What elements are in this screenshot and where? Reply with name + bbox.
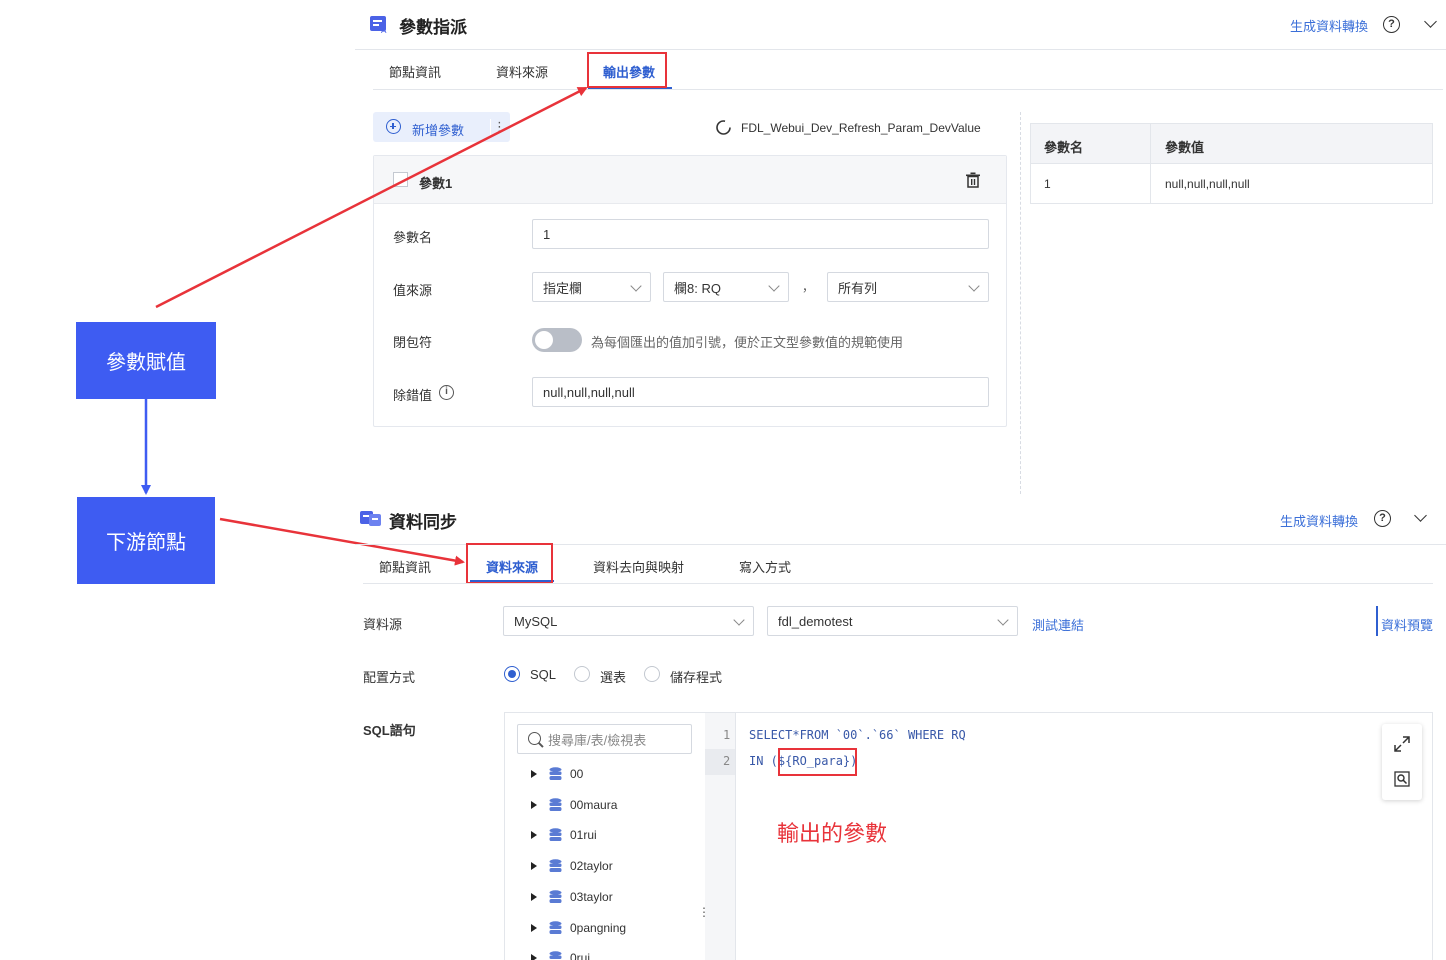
- line-gutter: [705, 713, 736, 960]
- database-icon: [549, 859, 562, 872]
- arrow-to-output-tab: [155, 86, 588, 309]
- tree-item-label: 03taylor: [570, 890, 613, 904]
- caret-right-icon: [531, 893, 537, 901]
- sql-param-highlight: [778, 748, 857, 776]
- tree-item[interactable]: 00maura: [531, 798, 617, 812]
- test-connection-link[interactable]: 測試連結: [1032, 615, 1084, 634]
- caret-right-icon: [531, 770, 537, 778]
- expand-icon[interactable]: [1394, 736, 1410, 752]
- output-param-note: 輸出的參數: [777, 821, 888, 846]
- help-icon[interactable]: ?: [1374, 510, 1391, 527]
- table-search-input[interactable]: 搜尋庫/表/檢視表: [517, 724, 692, 754]
- datasource-type-value: MySQL: [514, 613, 558, 629]
- radio-sql[interactable]: [504, 666, 520, 682]
- database-icon: [549, 798, 562, 811]
- caret-right-icon: [531, 831, 537, 839]
- search-placeholder: 搜尋庫/表/檢視表: [548, 732, 647, 748]
- sql-editor: 搜尋庫/表/檢視表 00 00maura 01rui 02taylor 03ta…: [504, 712, 1433, 960]
- data-preview-button[interactable]: 資料預覽: [1381, 615, 1433, 634]
- caret-right-icon: [531, 954, 537, 960]
- tree-item-label: 00: [570, 767, 584, 781]
- preview-tab-indicator: [1376, 606, 1378, 636]
- tree-item[interactable]: 02taylor: [531, 859, 613, 873]
- tab-destination-mapping[interactable]: 資料去向與映射: [593, 557, 684, 576]
- database-icon: [549, 828, 562, 841]
- tree-item-label: 0rui: [570, 951, 591, 960]
- search-replace-icon[interactable]: [1394, 771, 1410, 787]
- database-icon: [549, 890, 562, 903]
- generate-transform-link[interactable]: 生成資料轉換: [1280, 511, 1358, 530]
- tree-item[interactable]: 01rui: [531, 828, 597, 842]
- line-highlight: [705, 749, 735, 775]
- search-icon-handle: [538, 742, 544, 748]
- data-sync-title: 資料同步: [389, 513, 457, 532]
- tab-node-info[interactable]: 節點資訊: [379, 557, 431, 576]
- radio-select-table-label[interactable]: 選表: [600, 667, 626, 686]
- caret-right-icon: [531, 924, 537, 932]
- sql-statement-label: SQL語句: [363, 723, 416, 738]
- tree-item-label: 02taylor: [570, 859, 613, 873]
- database-icon: [549, 921, 562, 934]
- editor-toolbar: [1382, 724, 1422, 800]
- code-line[interactable]: SELECT*FROM `00`.`66` WHERE RQ: [749, 728, 966, 742]
- tree-item[interactable]: 0rui: [531, 951, 590, 960]
- tree-item-label: 00maura: [570, 798, 618, 812]
- tabs-divider: [363, 583, 1433, 584]
- datasource-type-select[interactable]: MySQL: [503, 606, 754, 636]
- chevron-down-icon: [733, 614, 745, 626]
- radio-sql-label[interactable]: SQL: [530, 667, 556, 682]
- line-number: 2: [723, 754, 731, 768]
- tree-item[interactable]: 03taylor: [531, 890, 613, 904]
- radio-select-table[interactable]: [574, 666, 590, 682]
- tab-write-mode[interactable]: 寫入方式: [739, 557, 791, 576]
- tree-item-label: 0pangning: [570, 921, 627, 935]
- caret-right-icon: [531, 801, 537, 809]
- datasource-db-value: fdl_demotest: [778, 613, 853, 629]
- tree-item[interactable]: 00: [531, 767, 583, 781]
- database-icon: [549, 767, 562, 780]
- datasource-label: 資料源: [363, 617, 403, 632]
- datasource-tab-highlight: [466, 543, 553, 584]
- data-sync-icon: [360, 508, 382, 528]
- radio-stored-procedure[interactable]: [644, 666, 660, 682]
- tree-item-label: 01rui: [570, 828, 597, 842]
- config-method-label: 配置方式: [363, 670, 416, 685]
- chevron-down-icon: [997, 614, 1009, 626]
- datasource-db-select[interactable]: fdl_demotest: [767, 606, 1018, 636]
- tree-item[interactable]: 0pangning: [531, 921, 626, 935]
- database-icon: [549, 951, 562, 959]
- radio-stored-procedure-label[interactable]: 儲存程式: [670, 667, 722, 686]
- line-number: 1: [723, 728, 731, 742]
- caret-right-icon: [531, 862, 537, 870]
